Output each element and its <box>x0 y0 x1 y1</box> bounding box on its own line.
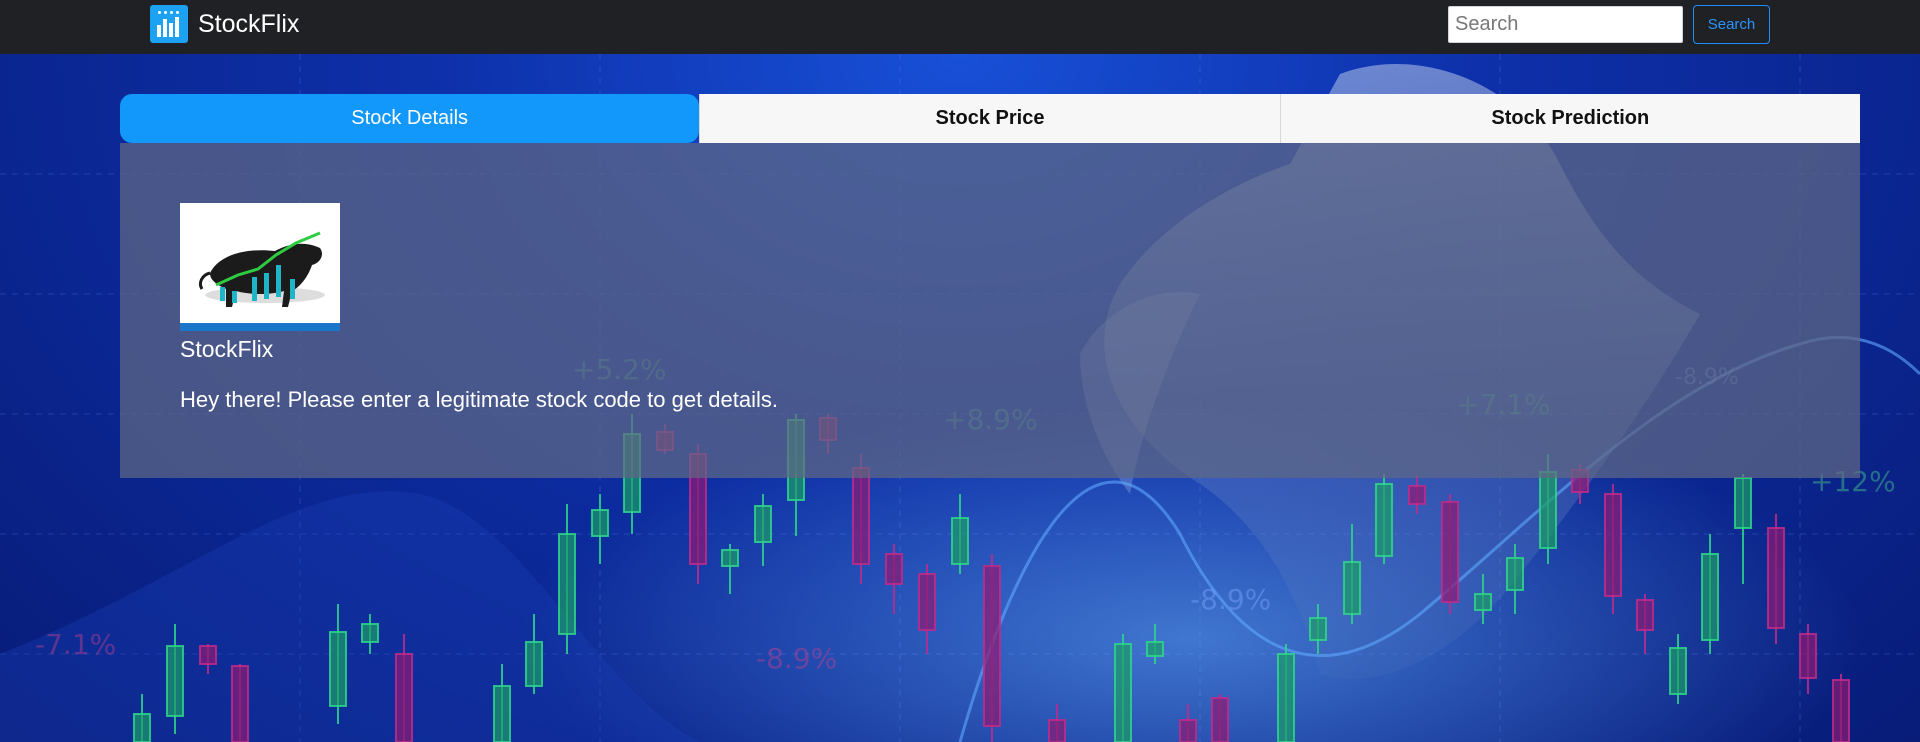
bull-chart-image <box>180 203 340 331</box>
details-message: Hey there! Please enter a legitimate sto… <box>180 387 778 412</box>
navbar: StockFlix Search <box>0 0 1920 54</box>
bar-chart-icon <box>150 5 188 43</box>
svg-text:-8.9%: -8.9% <box>756 642 837 675</box>
tab-stock-details[interactable]: Stock Details <box>120 94 700 143</box>
brand-name: StockFlix <box>198 9 300 38</box>
tab-bar: Stock Details Stock Price Stock Predicti… <box>120 94 1860 143</box>
tab-stock-prediction[interactable]: Stock Prediction <box>1279 94 1860 143</box>
search-button[interactable]: Search <box>1693 5 1770 44</box>
stock-name: StockFlix <box>180 336 274 362</box>
svg-text:-8.9%: -8.9% <box>1190 583 1271 616</box>
search-input[interactable] <box>1448 6 1683 43</box>
tab-stock-price[interactable]: Stock Price <box>699 94 1280 143</box>
stock-details-panel: StockFlix Hey there! Please enter a legi… <box>120 143 1860 478</box>
svg-text:-7.1%: -7.1% <box>35 628 116 661</box>
brand[interactable]: StockFlix <box>150 5 299 43</box>
